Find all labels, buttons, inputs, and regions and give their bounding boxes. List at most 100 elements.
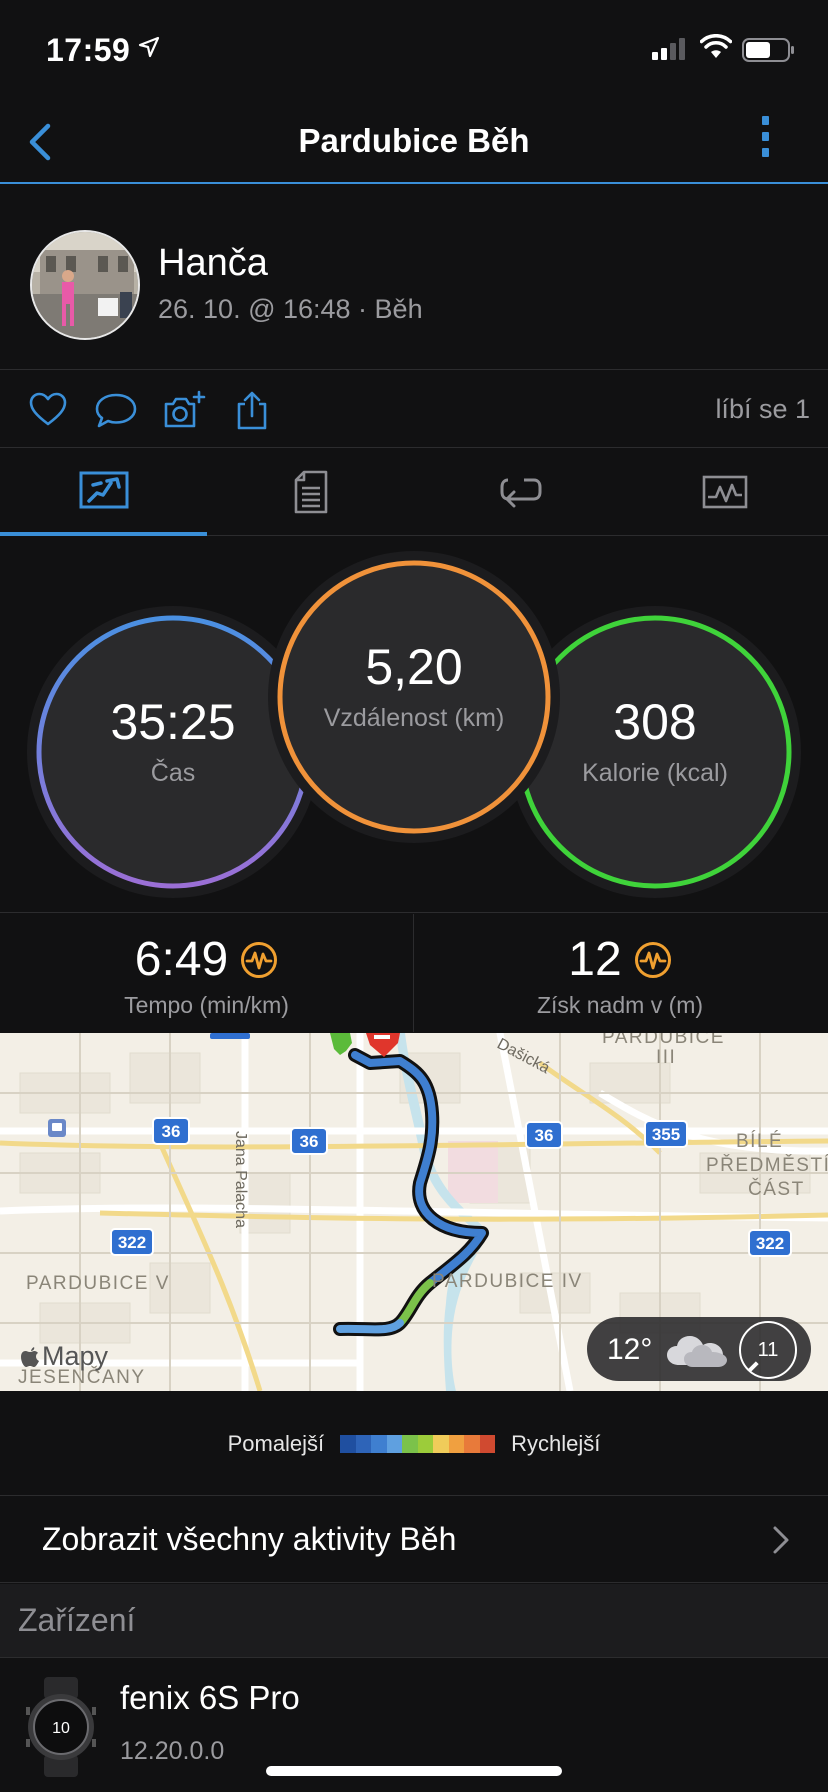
map-label-jana-palacha: Jana Palacha [232, 1131, 249, 1228]
watch-face-time: 10 [52, 1720, 70, 1737]
home-indicator[interactable] [266, 1766, 562, 1776]
chevron-right-icon [773, 1526, 789, 1554]
cloud-icon [667, 1336, 727, 1367]
view-all-activities-label: Zobrazit všechny aktivity Běh [42, 1521, 457, 1557]
legend-swatch [340, 1434, 356, 1453]
legend-swatch [417, 1434, 434, 1453]
calories-label: Kalorie (kcal) [582, 759, 728, 787]
elevation-chart-badge-icon [634, 941, 671, 978]
weather-temperature: 12° [607, 1333, 653, 1366]
map-label-pardubice-v: PARDUBICE V [26, 1273, 170, 1294]
apple-logo-icon [21, 1346, 39, 1367]
devices-section-header: Zařízení [0, 1584, 828, 1658]
road-shield-36-b-label: 36 [300, 1132, 319, 1151]
status-time: 17:59 [46, 32, 131, 68]
location-arrow-icon [138, 36, 160, 58]
elevation-value: 12 [568, 933, 622, 986]
avatar[interactable] [30, 230, 140, 340]
weather-badge[interactable]: 12° 11 [587, 1317, 811, 1381]
likes-count[interactable]: líbí se 1 [715, 394, 810, 425]
time-value: 35:25 [110, 694, 236, 750]
pace-chart-badge-icon [241, 941, 278, 978]
activity-tabs [0, 448, 828, 536]
add-photo-camera-icon[interactable] [162, 390, 206, 430]
maps-attribution[interactable]: Mapy [20, 1341, 108, 1372]
overview-runner-icon [79, 471, 128, 509]
pace-value: 6:49 [134, 933, 229, 986]
tab-laps[interactable] [414, 448, 621, 536]
user-name[interactable]: Hanča [158, 242, 268, 285]
map-label-pardubice-iii-num: III [656, 1047, 676, 1068]
road-shield-322-b-label: 322 [756, 1234, 784, 1253]
pace-elevation-row: 6:49 Tempo (min/km) 12 Získ nadm v (m) [0, 914, 828, 1032]
devices-header-label: Zařízení [18, 1602, 136, 1638]
start-pin [330, 1033, 352, 1055]
legend-swatch [402, 1434, 418, 1453]
tab-overview[interactable] [0, 448, 207, 536]
legend-gradient [340, 1434, 496, 1453]
elevation-cell[interactable]: 12 Získ nadm v (m) [413, 914, 826, 1032]
profile-header: Hanča 26. 10. @ 16:48 · Běh [0, 186, 828, 370]
road-shield-36-a-label: 36 [162, 1122, 181, 1141]
avatar-photo [32, 232, 138, 338]
road-shield-36-b: 36 [290, 1127, 328, 1155]
status-bar: 17:59 [0, 0, 828, 100]
road-shield-355-label: 355 [652, 1125, 680, 1144]
calories-value: 308 [613, 694, 697, 750]
road-shield-36-c-label: 36 [535, 1126, 554, 1145]
laps-loop-icon [500, 478, 541, 508]
pace-color-legend: Pomalejší Rychlejší [0, 1392, 828, 1496]
device-firmware-version: 12.20.0.0 [120, 1737, 225, 1765]
share-icon[interactable] [232, 390, 272, 430]
road-shield-36-c: 36 [525, 1121, 563, 1149]
charts-graph-icon [702, 475, 747, 509]
page-title: Pardubice Běh [298, 122, 530, 159]
battery-icon [742, 38, 794, 62]
cellular-signal-icon [652, 38, 685, 60]
legend-swatch [464, 1434, 480, 1453]
map-label-predmesti: PŘEDMĚSTÍ [706, 1154, 828, 1176]
distance-value: 5,20 [365, 639, 463, 695]
pace-cell[interactable]: 6:49 Tempo (min/km) [0, 914, 413, 1032]
legend-swatch [355, 1434, 372, 1453]
map-label-pardubice-iv: PARDUBICE IV [432, 1271, 583, 1292]
more-options-icon[interactable] [752, 116, 778, 168]
wifi-icon [700, 34, 732, 58]
legend-swatch [433, 1434, 449, 1453]
road-shield-36-a: 36 [152, 1117, 190, 1145]
stats-document-icon [294, 470, 327, 514]
pace-label: Tempo (min/km) [124, 992, 289, 1018]
road-shield-322-b: 322 [748, 1229, 792, 1257]
tab-stats[interactable] [207, 448, 414, 536]
legend-swatch [448, 1434, 465, 1453]
legend-slow-label: Pomalejší [227, 1430, 325, 1456]
route-map[interactable]: 36 36 36 355 322 322 PARDUBICE III BÍLÉ … [0, 1033, 828, 1391]
calories-stat[interactable]: 308 Kalorie (kcal) [535, 693, 775, 788]
time-label: Čas [150, 759, 196, 787]
air-quality-value: 11 [757, 1338, 779, 1361]
distance-stat[interactable]: 5,20 Vzdálenost (km) [294, 638, 534, 733]
legend-swatch [386, 1434, 403, 1453]
map-label-cast: ČÁST [748, 1178, 805, 1200]
like-heart-icon[interactable] [28, 390, 68, 430]
legend-swatch [371, 1434, 387, 1453]
legend-swatch [479, 1434, 496, 1453]
distance-label: Vzdálenost (km) [323, 704, 505, 732]
device-name: fenix 6S Pro [120, 1679, 300, 1716]
view-all-activities-row[interactable]: Zobrazit všechny aktivity Běh [0, 1497, 828, 1583]
action-bar: líbí se 1 [0, 370, 828, 448]
road-shield-322-a: 322 [110, 1228, 154, 1256]
maps-attribution-label: Mapy [42, 1341, 109, 1371]
summary-stats: 35:25 Čas 5,20 Vzdálenost (km) 308 Kalor… [0, 537, 828, 913]
map-label-pardubice-iii: PARDUBICE [602, 1033, 725, 1048]
navigation-bar: Pardubice Běh [0, 100, 828, 184]
map-label-bile: BÍLÉ [736, 1131, 783, 1152]
road-shield-355: 355 [644, 1120, 688, 1148]
tab-charts[interactable] [621, 448, 828, 536]
elevation-label: Získ nadm v (m) [536, 992, 704, 1018]
comment-icon[interactable] [94, 390, 138, 430]
road-shield-322-a-label: 322 [118, 1233, 146, 1252]
time-stat[interactable]: 35:25 Čas [53, 693, 293, 788]
fenix-watch-icon: 10 [26, 1677, 96, 1777]
activity-date-type: 26. 10. @ 16:48 · Běh [158, 294, 423, 324]
